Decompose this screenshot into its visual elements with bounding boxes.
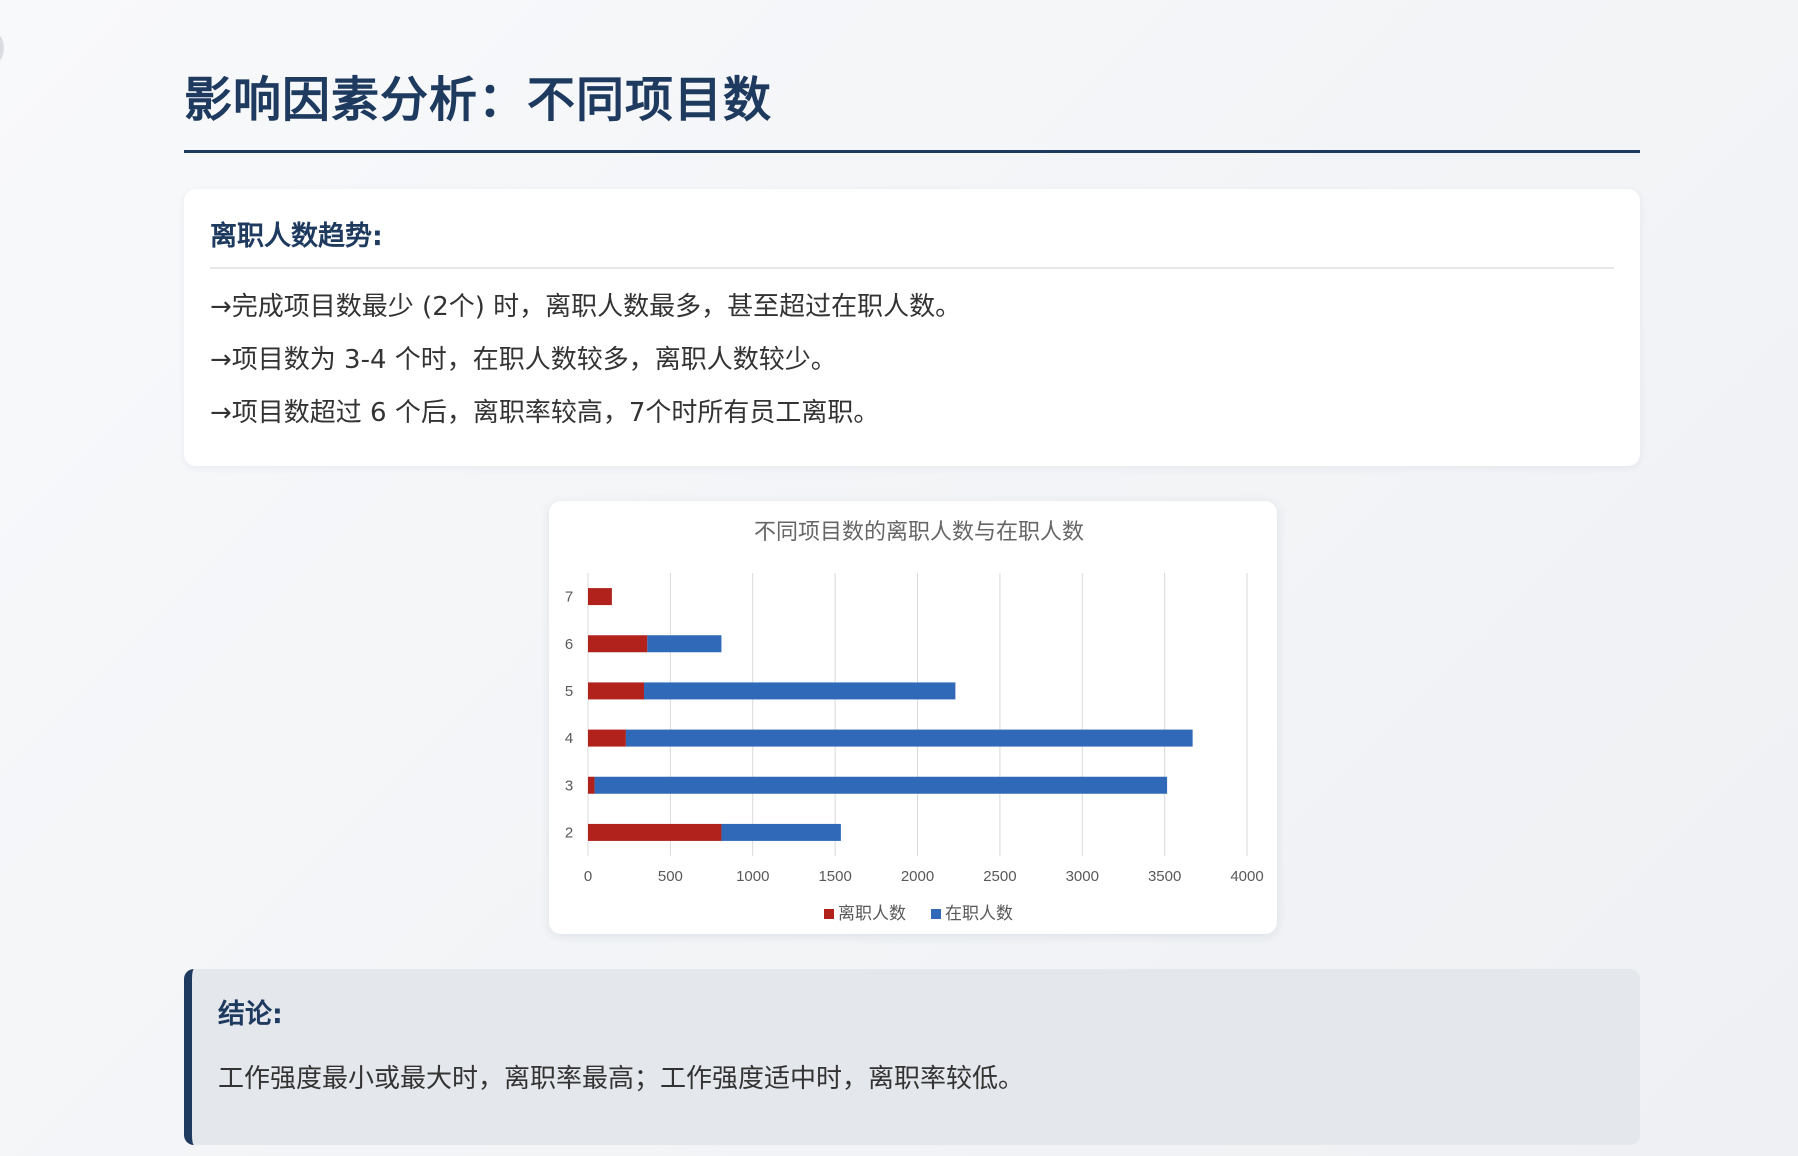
x-tick-label: 2000 [901, 868, 934, 885]
legend-label: 在职人数 [945, 904, 1013, 924]
bar-segment [588, 682, 645, 700]
bar-segment [588, 635, 648, 653]
y-tick-label: 7 [565, 589, 573, 606]
x-tick-label: 2500 [983, 868, 1016, 885]
page-container: 影响因素分析：不同项目数 离职人数趋势: →完成项目数最少 (2个) 时，离职人… [184, 0, 1640, 1145]
trend-item: →完成项目数最少 (2个) 时，离职人数最多，甚至超过在职人数。 [210, 292, 962, 322]
y-tick-label: 6 [565, 636, 573, 653]
bar-segment [588, 823, 722, 841]
x-tick-label: 3000 [1066, 868, 1099, 885]
corner-decoration [0, 32, 4, 64]
page-title: 影响因素分析：不同项目数 [184, 72, 773, 128]
bar-segment [721, 823, 841, 841]
x-tick-label: 0 [584, 868, 592, 885]
conclusion-card: 结论: 工作强度最小或最大时，离职率最高；工作强度适中时，离职率较低。 [184, 969, 1640, 1145]
legend-swatch [931, 909, 941, 919]
chart-y-ticks: 2 3 4 5 6 7 [565, 589, 573, 842]
legend-label: 离职人数 [838, 904, 906, 924]
trend-item: →项目数为 3-4 个时，在职人数较多，离职人数较少。 [210, 345, 837, 375]
conclusion-heading: 结论: [218, 999, 283, 1030]
chart-bars [588, 588, 1193, 841]
chart-x-ticks: 0 500 1000 1500 2000 2500 3000 3500 4000 [584, 868, 1264, 885]
bar-segment [647, 635, 722, 653]
bar-segment [625, 729, 1193, 747]
y-tick-label: 4 [565, 730, 573, 747]
bar-segment [588, 776, 595, 794]
trend-heading: 离职人数趋势: [210, 215, 1614, 269]
legend-swatch [824, 909, 834, 919]
x-tick-label: 500 [658, 868, 683, 885]
chart-gridlines [587, 573, 1248, 856]
y-tick-label: 5 [565, 683, 573, 700]
x-tick-label: 3500 [1148, 868, 1181, 885]
bar-segment [588, 729, 626, 747]
trend-card: 离职人数趋势: →完成项目数最少 (2个) 时，离职人数最多，甚至超过在职人数。… [184, 189, 1640, 466]
x-tick-label: 1500 [818, 868, 851, 885]
trend-item: →项目数超过 6 个后，离职率较高，7个时所有员工离职。 [210, 398, 880, 428]
y-tick-label: 2 [565, 824, 573, 841]
bar-segment [588, 588, 612, 606]
bar-segment [594, 776, 1168, 794]
x-tick-label: 1000 [736, 868, 769, 885]
bar-chart: 不同项目数的离职人数与在职人数 2 3 4 5 6 7 0 500 1000 1500 2000 2… [565, 520, 1264, 924]
chart-title: 不同项目数的离职人数与在职人数 [754, 520, 1084, 545]
title-divider [184, 150, 1640, 153]
conclusion-text: 工作强度最小或最大时，离职率最高；工作强度适中时，离职率较低。 [218, 1064, 1025, 1094]
chart-card: 不同项目数的离职人数与在职人数 2 3 4 5 6 7 0 500 1000 1500 2000 2… [549, 501, 1277, 934]
bar-segment [644, 682, 956, 700]
trend-list: →完成项目数最少 (2个) 时，离职人数最多，甚至超过在职人数。 →项目数为 3… [210, 281, 1614, 440]
x-tick-label: 4000 [1230, 868, 1263, 885]
chart-legend: 离职人数 在职人数 [824, 904, 1013, 924]
y-tick-label: 3 [565, 777, 573, 794]
